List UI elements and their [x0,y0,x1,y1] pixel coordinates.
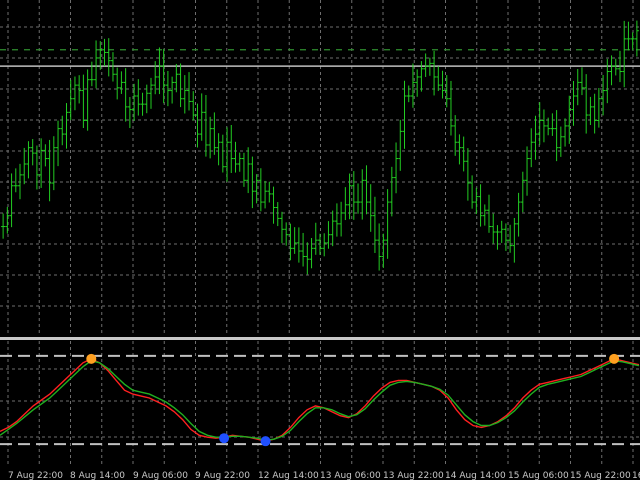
signal-marker-top [609,353,620,364]
time-label: 15 Aug 22:00 [570,471,631,480]
trading-terminal-chart[interactable]: 7 Aug 22:00 8 Aug 14:00 9 Aug 06:00 9 Au… [0,0,640,480]
time-label: 9 Aug 06:00 [133,471,188,480]
signal-marker-bottom [219,433,230,444]
time-label: 13 Aug 22:00 [383,471,444,480]
time-label: 13 Aug 06:00 [320,471,381,480]
time-label: 7 Aug 22:00 [8,471,63,480]
time-label: 15 Aug 06:00 [508,471,569,480]
time-label: 16 [632,471,640,480]
time-label: 14 Aug 14:00 [445,471,506,480]
time-label: 9 Aug 22:00 [195,471,250,480]
time-label: 12 Aug 14:00 [258,471,319,480]
signal-marker-top [86,353,97,364]
signal-marker-bottom [260,436,271,447]
panel-separator[interactable] [0,337,640,340]
time-label: 8 Aug 14:00 [70,471,125,480]
time-axis: 7 Aug 22:00 8 Aug 14:00 9 Aug 06:00 9 Au… [8,471,640,480]
